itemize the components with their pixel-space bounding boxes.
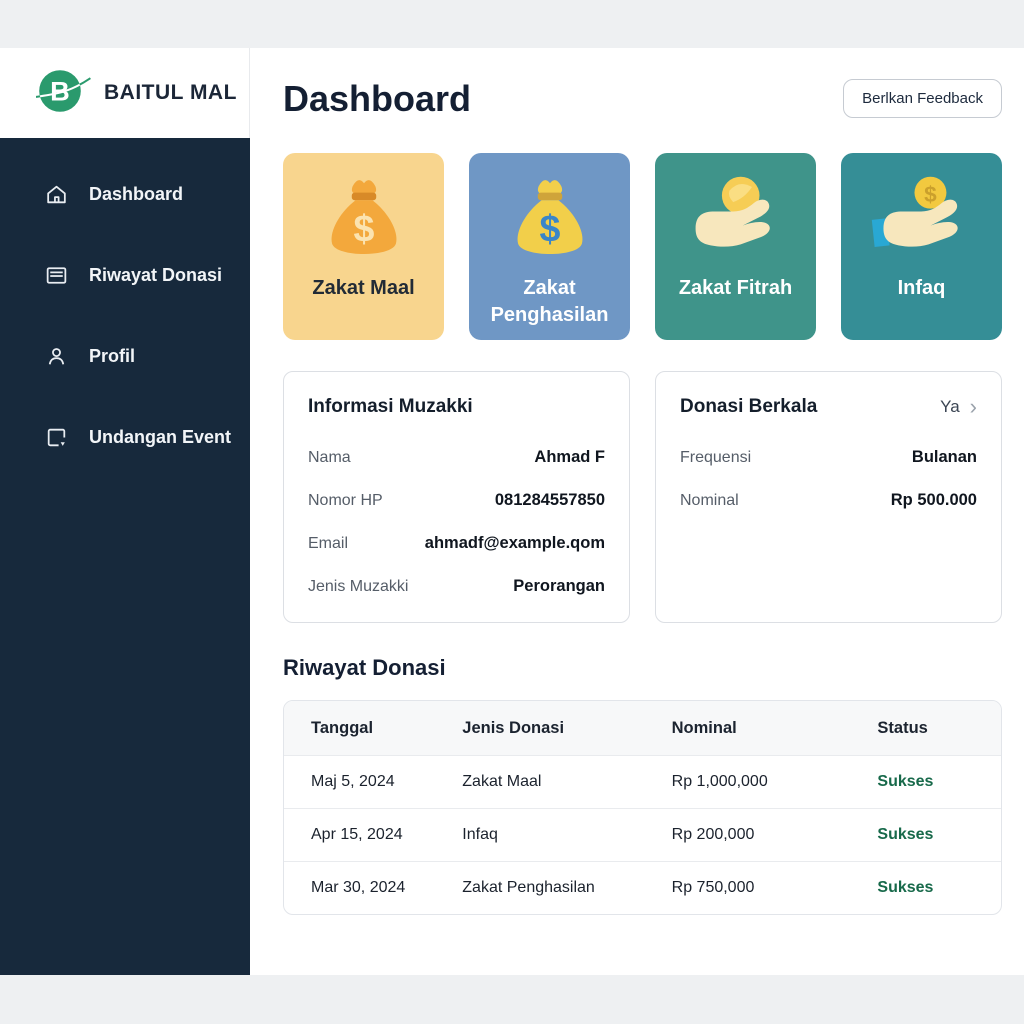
cell-jenis-donasi: Infaq — [435, 826, 644, 844]
berkala-row-frequensi: Frequensi Bulanan — [680, 448, 977, 467]
card-zakat-fitrah[interactable]: Zakat Fitrah — [655, 153, 816, 340]
column-header-status: Status — [850, 719, 1001, 738]
field-label: Jenis Muzakki — [308, 578, 408, 596]
column-header-tanggal: Tanggal — [284, 719, 435, 738]
field-value: ahmadf@example.qom — [425, 534, 605, 553]
svg-text:$: $ — [924, 182, 937, 207]
sidebar: B BAITUL MAL Dashboard — [0, 48, 250, 975]
field-label: Frequensi — [680, 449, 751, 467]
brand-name: BAITUL MAL — [104, 81, 237, 105]
card-zakat-maal[interactable]: $ Zakat Maal — [283, 153, 444, 340]
money-bag-icon: $ — [503, 167, 597, 271]
sidebar-item-undangan-event[interactable]: Undangan Event — [0, 411, 250, 463]
card-infaq[interactable]: $ Infaq — [841, 153, 1002, 340]
cell-jenis-donasi: Zakat Penghasilan — [435, 879, 644, 897]
muzakki-row-jenis: Jenis Muzakki Perorangan — [308, 577, 605, 596]
card-label: Zakat Fitrah — [671, 275, 800, 302]
history-section-title: Riwayat Donasi — [283, 655, 1002, 681]
cell-jenis-donasi: Zakat Maal — [435, 773, 644, 791]
table-header-row: Tanggal Jenis Donasi Nominal Status — [284, 701, 1001, 755]
baitul-mal-logo-icon: B — [36, 65, 92, 122]
field-value: Ahmad F — [534, 448, 605, 467]
status-badge: Sukses — [850, 879, 1001, 897]
muzakki-card-title: Informasi Muzakki — [308, 396, 473, 418]
card-zakat-penghasilan[interactable]: $ Zakat Penghasilan — [469, 153, 630, 340]
category-cards: $ Zakat Maal $ Zakat Penghasilan — [283, 153, 1002, 340]
sidebar-item-dashboard[interactable]: Dashboard — [0, 168, 250, 220]
field-label: Nama — [308, 449, 351, 467]
berkala-row-nominal: Nominal Rp 500.000 — [680, 491, 977, 510]
svg-text:$: $ — [353, 208, 374, 250]
card-label: Infaq — [890, 275, 954, 302]
column-header-nominal: Nominal — [645, 719, 851, 738]
cell-tanggal: Apr 15, 2024 — [284, 826, 435, 844]
info-cards: Informasi Muzakki Nama Ahmad F Nomor HP … — [283, 371, 1002, 623]
field-label: Email — [308, 535, 348, 553]
card-label: Zakat Maal — [304, 275, 422, 302]
field-label: Nominal — [680, 492, 739, 510]
muzakki-row-nomor-hp: Nomor HP 081284557850 — [308, 491, 605, 510]
cell-tanggal: Mar 30, 2024 — [284, 879, 435, 897]
chevron-right-icon: › — [970, 396, 977, 418]
card-label: Zakat Penghasilan — [469, 275, 630, 329]
sidebar-item-riwayat-donasi[interactable]: Riwayat Donasi — [0, 249, 250, 301]
cell-tanggal: Maj 5, 2024 — [284, 773, 435, 791]
sidebar-item-profil[interactable]: Profil — [0, 330, 250, 382]
hand-holding-dollar-coin-icon: $ — [870, 167, 974, 271]
money-bag-icon: $ — [317, 167, 411, 271]
field-value: Rp 500.000 — [891, 491, 977, 510]
feedback-button[interactable]: Berlkan Feedback — [843, 79, 1002, 118]
page-title: Dashboard — [283, 78, 471, 119]
informasi-muzakki-card: Informasi Muzakki Nama Ahmad F Nomor HP … — [283, 371, 630, 623]
home-icon — [44, 182, 69, 207]
muzakki-row-email: Email ahmadf@example.qom — [308, 534, 605, 553]
sidebar-item-label: Profil — [89, 346, 135, 367]
muzakki-row-nama: Nama Ahmad F — [308, 448, 605, 467]
svg-text:$: $ — [539, 208, 560, 250]
berkala-toggle-link[interactable]: Ya › — [940, 396, 977, 418]
cell-nominal: Rp 1,000,000 — [645, 773, 851, 791]
field-label: Nomor HP — [308, 492, 383, 510]
status-badge: Sukses — [850, 773, 1001, 791]
sidebar-item-label: Undangan Event — [89, 427, 231, 448]
table-row[interactable]: Apr 15, 2024 Infaq Rp 200,000 Sukses — [284, 808, 1001, 861]
cell-nominal: Rp 200,000 — [645, 826, 851, 844]
column-header-jenis-donasi: Jenis Donasi — [435, 719, 644, 738]
list-card-icon — [44, 263, 69, 288]
donation-history-table: Tanggal Jenis Donasi Nominal Status Maj … — [283, 700, 1002, 915]
field-value: Bulanan — [912, 448, 977, 467]
sidebar-item-label: Riwayat Donasi — [89, 265, 222, 286]
cell-nominal: Rp 750,000 — [645, 879, 851, 897]
berkala-status-value: Ya — [940, 397, 960, 417]
field-value: 081284557850 — [495, 491, 605, 510]
field-value: Perorangan — [513, 577, 605, 596]
person-icon — [44, 344, 69, 369]
sidebar-nav: Dashboard Riwayat Donasi Profil — [0, 138, 250, 975]
table-row[interactable]: Mar 30, 2024 Zakat Penghasilan Rp 750,00… — [284, 861, 1001, 914]
invite-icon — [44, 425, 69, 450]
status-badge: Sukses — [850, 826, 1001, 844]
hand-holding-coin-icon — [684, 167, 788, 271]
sidebar-item-label: Dashboard — [89, 184, 183, 205]
berkala-card-title: Donasi Berkala — [680, 396, 817, 418]
page-header: Dashboard Berlkan Feedback — [283, 78, 1002, 119]
brand-header: B BAITUL MAL — [0, 48, 250, 138]
main-content: Dashboard Berlkan Feedback $ Zakat Maal — [250, 48, 1024, 975]
table-row[interactable]: Maj 5, 2024 Zakat Maal Rp 1,000,000 Suks… — [284, 755, 1001, 808]
donasi-berkala-card: Donasi Berkala Ya › Frequensi Bulanan No… — [655, 371, 1002, 623]
app-window: B BAITUL MAL Dashboard — [0, 48, 1024, 975]
